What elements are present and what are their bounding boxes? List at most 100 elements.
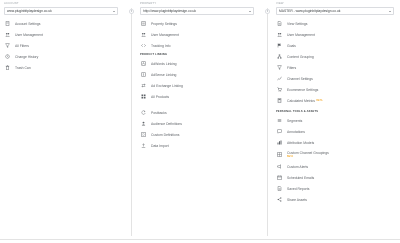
data-import-link[interactable]: Data Import bbox=[140, 140, 254, 151]
hierarchy-icon bbox=[276, 53, 283, 60]
calculator-icon bbox=[276, 97, 283, 104]
filter-icon bbox=[276, 64, 283, 71]
svg-text:$: $ bbox=[143, 74, 145, 77]
flag-icon bbox=[276, 42, 283, 49]
history-icon bbox=[4, 53, 11, 60]
item-label: Ad Exchange Linking bbox=[151, 83, 183, 88]
separator-line bbox=[266, 8, 268, 236]
adsense-linking-link[interactable]: $ AdSense Linking bbox=[140, 69, 254, 80]
item-label: Trash Can bbox=[15, 65, 31, 70]
trash-icon bbox=[4, 64, 11, 71]
item-label: Ecommerce Settings bbox=[287, 87, 319, 92]
channel-icon bbox=[276, 75, 283, 82]
account-user-management-link[interactable]: User Management bbox=[4, 29, 118, 40]
item-label: Postbacks bbox=[151, 110, 167, 115]
scheduled-emails-link[interactable]: Scheduled Emails bbox=[276, 172, 394, 183]
item-label: Filters bbox=[287, 65, 297, 70]
separator-line bbox=[130, 8, 132, 236]
item-label: Share Assets bbox=[287, 197, 307, 202]
item-label: Segments bbox=[287, 118, 303, 123]
custom-channel-groupings-link[interactable]: Custom Channel Groupings BETA bbox=[276, 148, 394, 161]
item-label: Saved Reports bbox=[287, 186, 310, 191]
ad-exchange-linking-link[interactable]: Ad Exchange Linking bbox=[140, 80, 254, 91]
view-column: VIEW MASTER - www.pluginbitplaydesign.co… bbox=[276, 0, 394, 205]
item-label: Data Import bbox=[151, 143, 169, 148]
view-selector-value: MASTER - www.pluginbitplaydesign.co.uk bbox=[279, 9, 341, 13]
definitions-icon: D bbox=[140, 131, 147, 138]
exchange-icon bbox=[140, 82, 147, 89]
account-settings-link[interactable]: Account Settings bbox=[4, 18, 118, 29]
item-label: AdWords Linking bbox=[151, 61, 177, 66]
beta-badge: BETA bbox=[287, 155, 294, 158]
trash-can-link[interactable]: Trash Can bbox=[4, 62, 118, 73]
item-label: AdSense Linking bbox=[151, 72, 177, 77]
svg-text:D: D bbox=[143, 134, 145, 137]
all-products-link[interactable]: All Products bbox=[140, 91, 254, 102]
saved-reports-link[interactable]: Saved Reports bbox=[276, 183, 394, 194]
attribution-models-link[interactable]: Attribution Models bbox=[276, 137, 394, 148]
ecommerce-settings-link[interactable]: Ecommerce Settings bbox=[276, 84, 394, 95]
all-filters-link[interactable]: All Filters bbox=[4, 40, 118, 51]
item-label: View Settings bbox=[287, 21, 308, 26]
account-column: ACCOUNT www.pluginbitplaydesign.co.uk Ac… bbox=[4, 0, 118, 73]
content-grouping-link[interactable]: Content Grouping bbox=[276, 51, 394, 62]
chevron-down-icon bbox=[249, 10, 251, 12]
beta-badge: BETA bbox=[316, 99, 323, 102]
item-label: Attribution Models bbox=[287, 140, 315, 145]
item-label: Account Settings bbox=[15, 21, 41, 26]
item-label: Custom Definitions bbox=[151, 132, 180, 137]
settings-icon bbox=[140, 20, 147, 27]
change-history-link[interactable]: Change History bbox=[4, 51, 118, 62]
view-settings-link[interactable]: View Settings bbox=[276, 18, 394, 29]
comment-icon bbox=[276, 128, 283, 135]
users-icon bbox=[140, 31, 147, 38]
item-label: All Filters bbox=[15, 43, 29, 48]
item-label: User Management bbox=[15, 32, 43, 37]
property-selector[interactable]: http://www.pluginbitplaydesign.co.uk bbox=[140, 7, 254, 15]
attribution-icon bbox=[276, 139, 283, 146]
view-filters-link[interactable]: Filters bbox=[276, 62, 394, 73]
calculated-metrics-link[interactable]: Calculated Metrics BETA bbox=[276, 95, 394, 106]
tracking-info-link[interactable]: Tracking Info bbox=[140, 40, 254, 51]
item-label: User Management bbox=[287, 32, 315, 37]
audience-definitions-link[interactable]: Audience Definitions bbox=[140, 118, 254, 129]
view-user-management-link[interactable]: User Management bbox=[276, 29, 394, 40]
account-selector[interactable]: www.pluginbitplaydesign.co.uk bbox=[4, 7, 118, 15]
users-icon bbox=[276, 31, 283, 38]
item-label: Custom Channel Groupings bbox=[287, 151, 329, 155]
item-label: Channel Settings bbox=[287, 76, 313, 81]
expand-arrow-icon[interactable] bbox=[264, 8, 270, 14]
footer-divider bbox=[0, 239, 400, 240]
item-label: Change History bbox=[15, 54, 39, 59]
adwords-linking-link[interactable]: AdWords Linking bbox=[140, 58, 254, 69]
view-selector[interactable]: MASTER - www.pluginbitplaydesign.co.uk bbox=[276, 7, 394, 15]
segments-link[interactable]: Segments bbox=[276, 115, 394, 126]
share-assets-link[interactable]: Share Assets bbox=[276, 194, 394, 205]
property-selector-value: http://www.pluginbitplaydesign.co.uk bbox=[143, 9, 196, 13]
postbacks-link[interactable]: Postbacks bbox=[140, 107, 254, 118]
share-icon bbox=[276, 196, 283, 203]
megaphone-icon bbox=[276, 163, 283, 170]
postback-icon bbox=[140, 109, 147, 116]
property-user-management-link[interactable]: User Management bbox=[140, 29, 254, 40]
custom-alerts-link[interactable]: Custom Alerts bbox=[276, 161, 394, 172]
grid-icon bbox=[140, 93, 147, 100]
custom-definitions-link[interactable]: D Custom Definitions bbox=[140, 129, 254, 140]
goals-link[interactable]: Goals bbox=[276, 40, 394, 51]
segments-icon bbox=[276, 117, 283, 124]
filter-icon bbox=[4, 42, 11, 49]
item-label: All Products bbox=[151, 94, 170, 99]
annotations-link[interactable]: Annotations bbox=[276, 126, 394, 137]
item-label: Calculated Metrics bbox=[287, 98, 315, 103]
document-icon bbox=[276, 20, 283, 27]
property-settings-link[interactable]: Property Settings bbox=[140, 18, 254, 29]
item-label: Custom Alerts bbox=[287, 164, 309, 169]
item-label: User Management bbox=[151, 32, 179, 37]
adsense-icon: $ bbox=[140, 71, 147, 78]
expand-arrow-icon[interactable] bbox=[128, 8, 134, 14]
report-icon bbox=[276, 185, 283, 192]
item-label: Audience Definitions bbox=[151, 121, 182, 126]
channel-settings-link[interactable]: Channel Settings bbox=[276, 73, 394, 84]
users-icon bbox=[4, 31, 11, 38]
channel-grouping-icon bbox=[276, 151, 283, 158]
